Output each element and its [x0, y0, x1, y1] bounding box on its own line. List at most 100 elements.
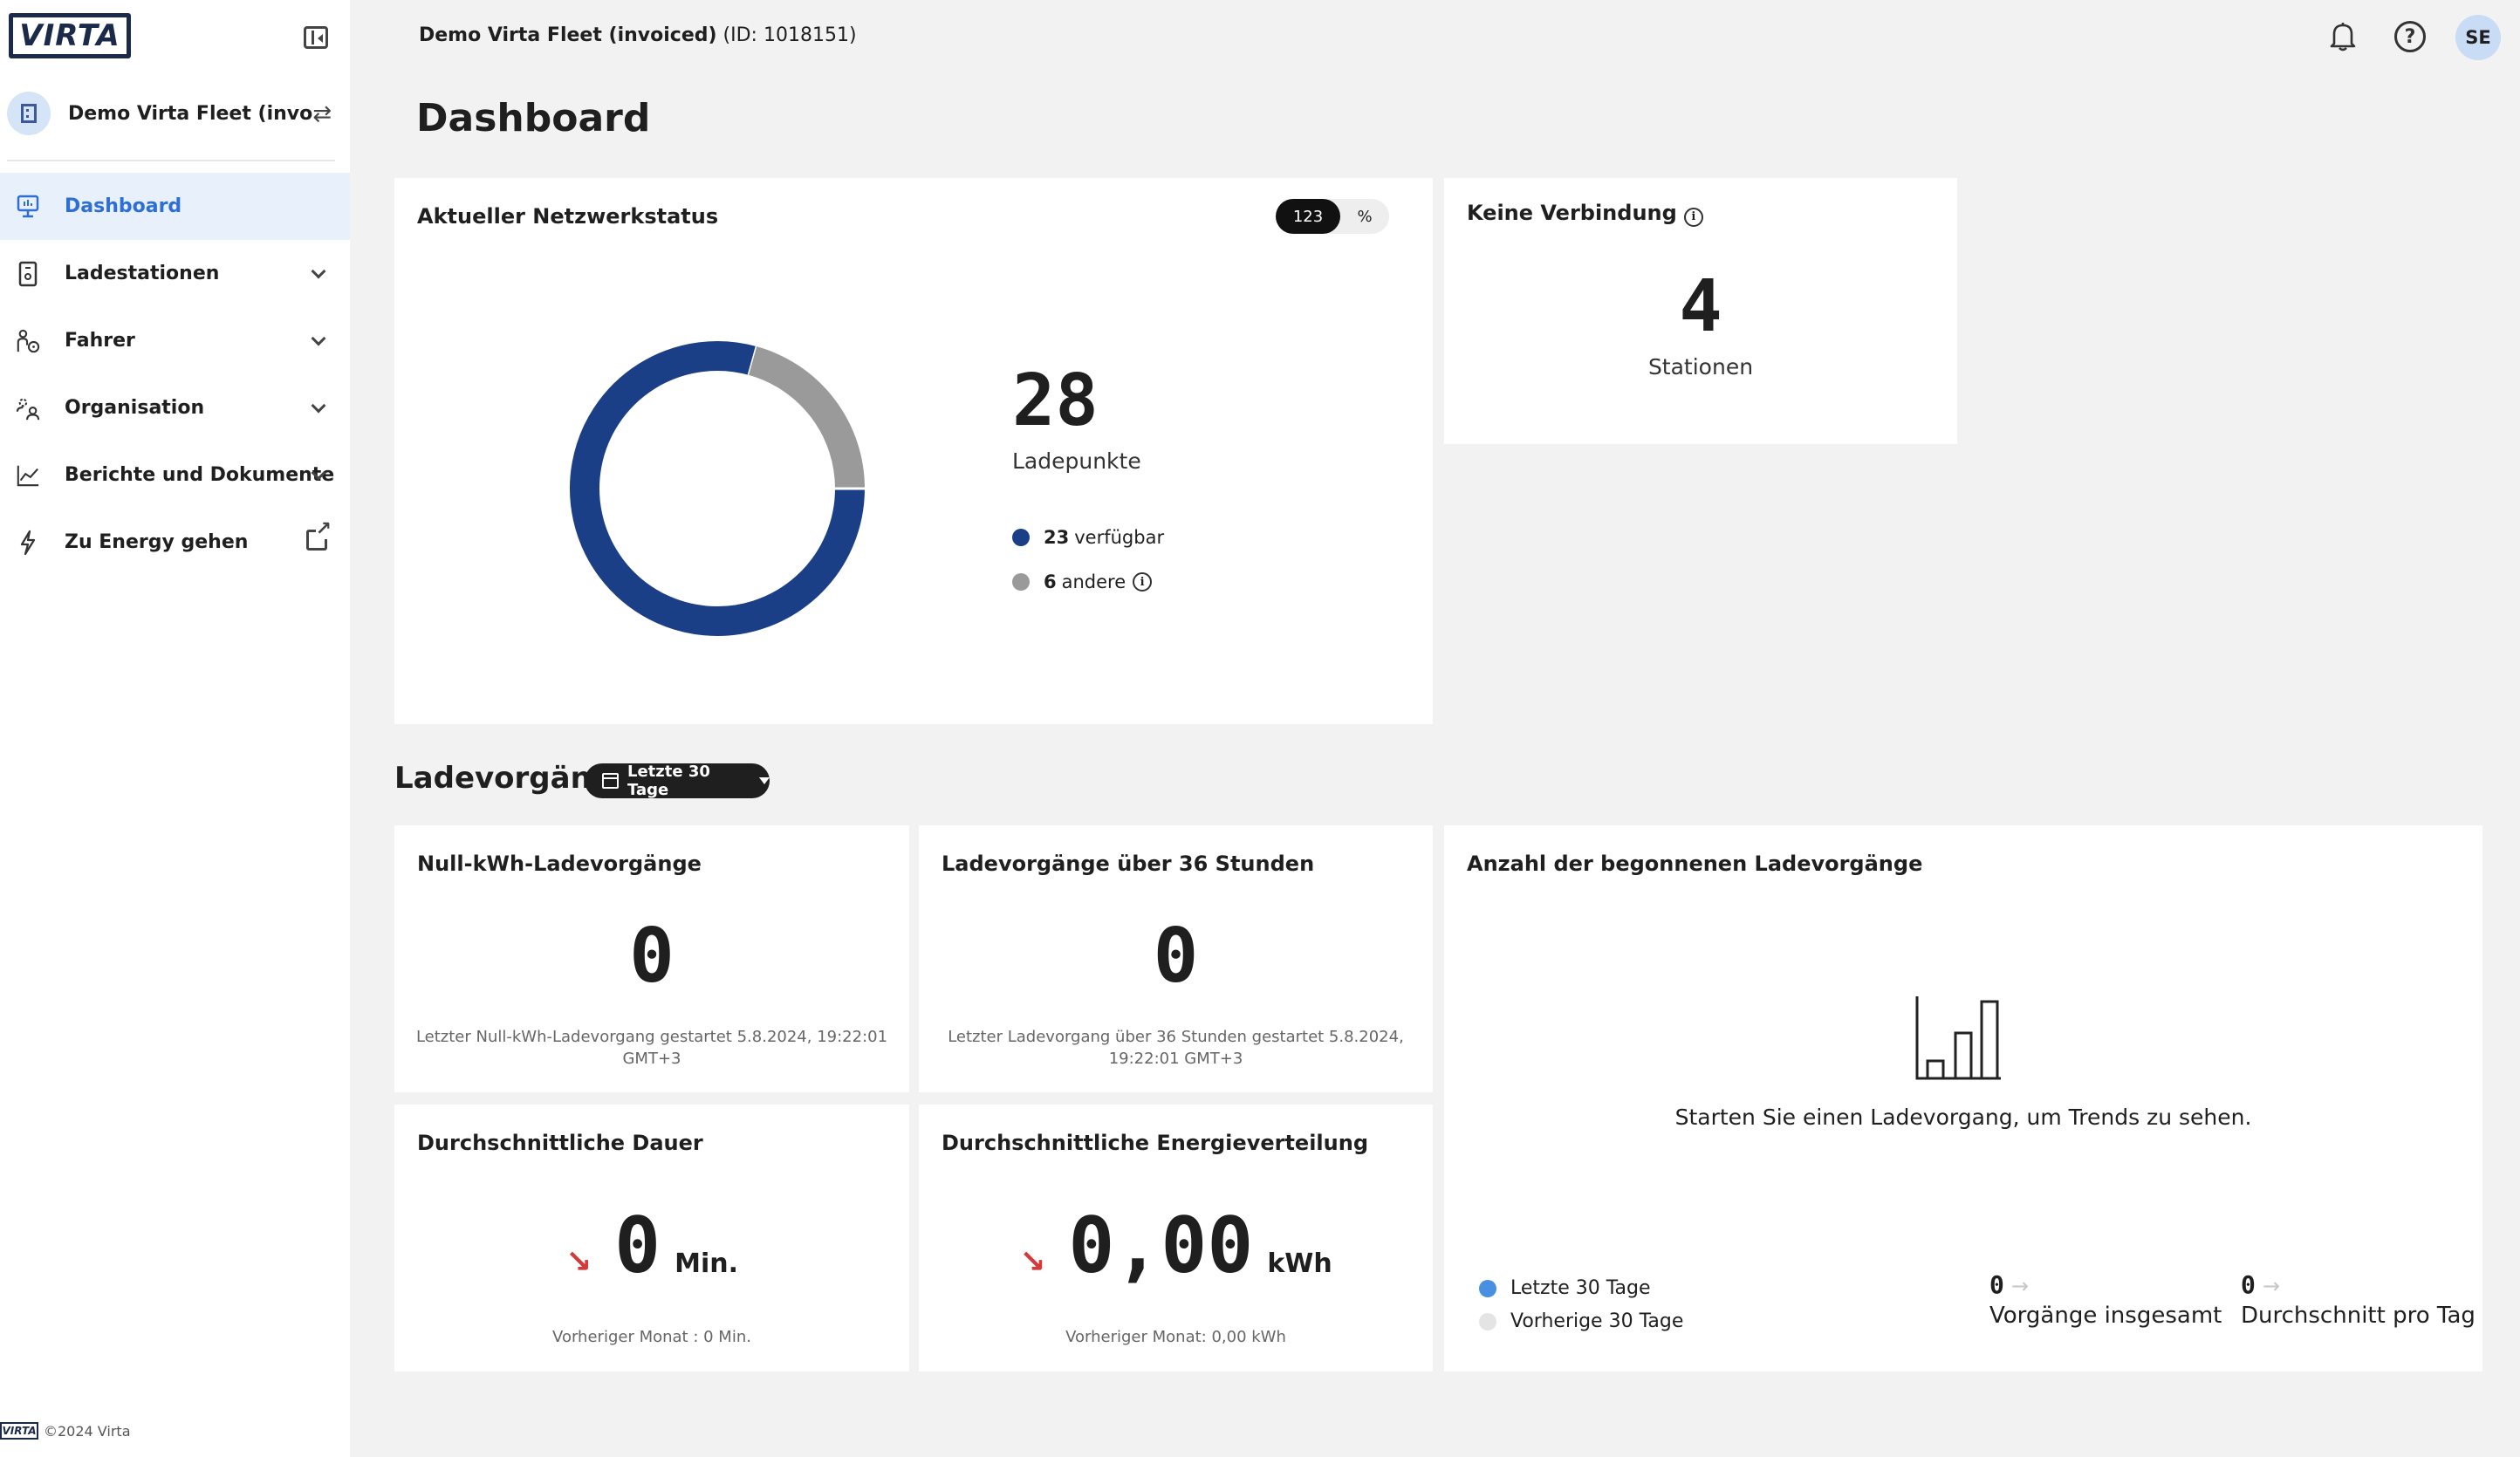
- sidebar-item-berichte[interactable]: Berichte und Dokumente: [0, 441, 350, 509]
- over-36h-title: Ladevorgänge über 36 Stunden: [942, 852, 1315, 876]
- avg-energy-title: Durchschnittliche Energieverteilung: [942, 1131, 1368, 1155]
- legend-dot-available: [1012, 529, 1030, 546]
- total-sessions-label: Vorgänge insgesamt: [1989, 1303, 2222, 1329]
- chevron-down-icon: [311, 398, 326, 414]
- total-charge-points: 28: [1012, 359, 1099, 442]
- zero-kwh-card: Null-kWh-Ladevorgänge 0 Letzter Null-kWh…: [394, 825, 909, 1092]
- other-label: andere: [1061, 571, 1126, 592]
- sessions-started-title: Anzahl der begonnenen Ladevorgänge: [1467, 852, 1923, 876]
- no-connection-card: Keine Verbindung i 4 Stationen: [1444, 178, 1957, 444]
- sidebar-item-fahrer[interactable]: Fahrer: [0, 307, 350, 374]
- toggle-percent-option[interactable]: %: [1340, 199, 1389, 234]
- donut-slice-andere: [748, 346, 865, 489]
- virta-logo[interactable]: VIRTA: [9, 13, 131, 58]
- sidebar: VIRTA Demo Virta Fleet (invoi... ⇄ Dashb…: [0, 0, 350, 1457]
- total-sessions-value: 0: [1989, 1270, 2004, 1299]
- avg-per-day-label: Durchschnitt pro Tag: [2241, 1303, 2475, 1329]
- sidebar-item-label: Ladestationen: [65, 263, 220, 284]
- copyright-text: ©2024 Virta: [44, 1422, 131, 1440]
- organization-switcher[interactable]: Demo Virta Fleet (invoi... ⇄: [7, 91, 344, 136]
- sidebar-item-ladestationen[interactable]: Ladestationen: [0, 240, 350, 307]
- sidebar-footer: VIRTA ©2024 Virta: [0, 1422, 131, 1440]
- collapse-sidebar-icon[interactable]: [304, 26, 328, 49]
- fleet-id: (ID: 1018151): [722, 24, 857, 46]
- total-charge-points-label: Ladepunkte: [1012, 448, 1141, 474]
- user-avatar[interactable]: SE: [2455, 15, 2501, 60]
- sidebar-item-label: Berichte und Dokumente: [65, 464, 335, 486]
- calendar-icon: [602, 773, 619, 789]
- legend-dot-current: [1479, 1279, 1496, 1297]
- info-icon[interactable]: i: [1133, 572, 1153, 592]
- legend-previous-label: Vorherige 30 Tage: [1510, 1310, 1684, 1332]
- driver-icon: [16, 328, 40, 354]
- other-count: 6: [1044, 571, 1057, 592]
- lightning-icon: [16, 530, 40, 556]
- avg-energy-footnote: Vorheriger Monat: 0,00 kWh: [1065, 1328, 1286, 1346]
- footer-logo: VIRTA: [0, 1422, 38, 1440]
- zero-kwh-footnote: Letzter Null-kWh-Ladevorgang gestartet 5…: [415, 1028, 888, 1068]
- sidebar-item-label: Organisation: [65, 397, 205, 419]
- available-label: verfügbar: [1074, 527, 1165, 548]
- info-icon[interactable]: i: [1683, 207, 1703, 227]
- chevron-down-icon: [311, 263, 326, 279]
- sidebar-item-zu-energy[interactable]: Zu Energy gehen: [0, 509, 350, 576]
- avg-duration-card: Durchschnittliche Dauer ↘ 0 Min. Vorheri…: [394, 1105, 909, 1371]
- no-connection-title-text: Keine Verbindung: [1467, 201, 1677, 225]
- people-icon: [16, 395, 40, 421]
- sidebar-item-label: Zu Energy gehen: [65, 531, 249, 553]
- avg-energy-unit: kWh: [1267, 1248, 1332, 1279]
- switch-arrows-icon[interactable]: ⇄: [312, 101, 332, 127]
- organization-name: Demo Virta Fleet (invoi...: [68, 102, 312, 125]
- avg-energy-value: 0,00: [1068, 1200, 1254, 1290]
- empty-trend-message: Starten Sie einen Ladevorgang, um Trends…: [1674, 1105, 2252, 1130]
- over-36h-footnote: Letzter Ladevorgang über 36 Stunden gest…: [948, 1028, 1404, 1068]
- zero-kwh-value: 0: [629, 913, 675, 1000]
- toggle-count-option[interactable]: 123: [1276, 199, 1340, 234]
- monitor-icon: [16, 194, 40, 220]
- sidebar-item-organisation[interactable]: Organisation: [0, 374, 350, 441]
- network-status-title: Aktueller Netzwerkstatus: [417, 204, 719, 229]
- page-title: Dashboard: [416, 96, 651, 140]
- network-donut-chart: [570, 341, 865, 636]
- date-range-label: Letzte 30 Tage: [627, 763, 710, 799]
- trend-down-icon: ↘: [1019, 1244, 1046, 1280]
- over-36h-value: 0: [1153, 913, 1199, 1000]
- fleet-name: Demo Virta Fleet (invoiced): [419, 24, 717, 46]
- notifications-bell-icon[interactable]: [2328, 21, 2358, 52]
- network-status-card: Aktueller Netzwerkstatus 123 % 28 Ladepu…: [394, 178, 1433, 724]
- sidebar-item-label: Dashboard: [65, 195, 182, 217]
- external-link-icon: [306, 520, 332, 551]
- zero-kwh-title: Null-kWh-Ladevorgänge: [417, 852, 702, 876]
- avg-per-day-value: 0: [2241, 1270, 2256, 1299]
- avg-energy-value-row: ↘ 0,00 kWh: [919, 1200, 1433, 1290]
- building-icon: [7, 92, 51, 135]
- date-range-dropdown[interactable]: Letzte 30 Tage: [585, 763, 770, 799]
- avg-duration-value: 0: [614, 1200, 661, 1290]
- trend-down-icon: ↘: [565, 1244, 592, 1280]
- avg-duration-footnote: Vorheriger Monat : 0 Min.: [552, 1328, 751, 1346]
- avg-duration-unit: Min.: [675, 1248, 739, 1279]
- available-count: 23: [1044, 527, 1070, 548]
- avg-energy-card: Durchschnittliche Energieverteilung ↘ 0,…: [919, 1105, 1433, 1371]
- sidebar-item-dashboard[interactable]: Dashboard: [0, 173, 350, 240]
- avg-duration-value-row: ↘ 0 Min.: [394, 1200, 909, 1290]
- legend-current-period: Letzte 30 Tage: [1479, 1277, 1651, 1299]
- help-icon[interactable]: ?: [2394, 21, 2426, 52]
- sidebar-nav: Dashboard Ladestationen Fahrer Organisat…: [0, 173, 350, 576]
- charger-icon: [16, 261, 40, 287]
- fleet-title: Demo Virta Fleet (invoiced) (ID: 1018151…: [419, 24, 857, 46]
- no-connection-label: Stationen: [1647, 354, 1754, 380]
- legend-other: 6 andere i: [1012, 571, 1153, 592]
- bar-chart-icon: [1915, 996, 2001, 1080]
- arrow-right-icon: →: [2262, 1274, 2280, 1298]
- no-connection-title: Keine Verbindung i: [1467, 201, 1703, 227]
- count-percent-toggle[interactable]: 123 %: [1276, 199, 1389, 234]
- sessions-started-card: Anzahl der begonnenen Ladevorgänge Start…: [1444, 825, 2482, 1371]
- chart-line-icon: [16, 462, 40, 489]
- legend-dot-previous: [1479, 1312, 1496, 1330]
- caret-down-icon: [759, 777, 770, 784]
- legend-current-label: Letzte 30 Tage: [1510, 1277, 1651, 1299]
- avg-per-day-stat: 0 → Durchschnitt pro Tag: [2241, 1270, 2475, 1329]
- avg-duration-title: Durchschnittliche Dauer: [417, 1131, 703, 1155]
- legend-available: 23 verfügbar: [1012, 527, 1164, 548]
